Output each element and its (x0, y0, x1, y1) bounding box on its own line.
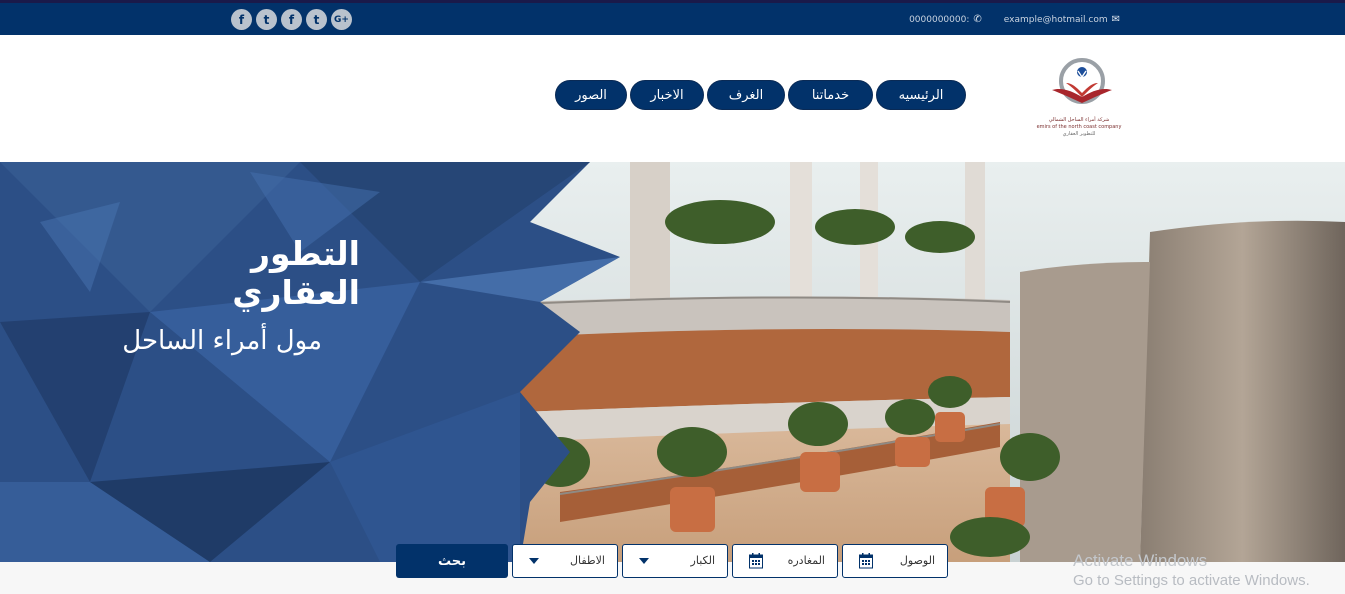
search-button[interactable]: بحث (396, 544, 508, 578)
calendar-icon (749, 553, 763, 569)
twitter-icon[interactable]: t (306, 9, 327, 30)
social-links: f t f t G+ (231, 9, 352, 30)
logo-line-1: شركة أمراء الساحل الشمالي (1048, 117, 1110, 123)
children-select[interactable]: الاطفال (512, 544, 618, 578)
facebook-icon[interactable]: f (231, 9, 252, 30)
nav-item-news[interactable]: الاخبار (630, 80, 704, 110)
logo-emblem-icon (1052, 58, 1112, 104)
mall-interior-image (0, 162, 1345, 562)
envelope-icon: ✉ (1111, 14, 1120, 25)
company-logo[interactable]: شركة أمراء الساحل الشمالي emirs of the n… (1036, 57, 1122, 141)
activate-windows-watermark: Activate Windows Go to Settings to activ… (1073, 551, 1310, 591)
email-address[interactable]: example@hotmail.com (1004, 15, 1108, 25)
facebook-icon[interactable]: f (281, 9, 302, 30)
watermark-subtitle: Go to Settings to activate Windows. (1073, 572, 1310, 589)
arrival-label: الوصول (899, 554, 935, 567)
phone-number: 0000000000: (909, 14, 970, 25)
chevron-down-icon (529, 558, 539, 564)
hero-banner: التطور العقاري مول أمراء الساحل (0, 162, 1345, 562)
contact-info: 0000000000: ✆ example@hotmail.com ✉ (909, 14, 1120, 25)
nav-item-photos[interactable]: الصور (555, 80, 627, 110)
logo-line-2: emirs of the north coast company (1036, 124, 1122, 130)
phone-icon: ✆ (973, 14, 982, 25)
watermark-title: Activate Windows (1073, 551, 1208, 570)
logo-line-3: للتطوير العقاري (1062, 131, 1096, 137)
adults-select[interactable]: الكبار (622, 544, 728, 578)
calendar-icon (859, 553, 873, 569)
phone-contact: 0000000000: ✆ (909, 14, 982, 25)
site-header: الصور الاخبار الغرف خدماتنا الرئيسيه شرك… (0, 35, 1345, 162)
google-plus-icon[interactable]: G+ (331, 9, 352, 30)
nav-item-services[interactable]: خدماتنا (788, 80, 873, 110)
departure-label: المغادره (787, 554, 825, 567)
nav-item-home[interactable]: الرئيسيه (876, 80, 966, 110)
hero-title: التطور العقاري (232, 234, 360, 312)
nav-item-rooms[interactable]: الغرف (707, 80, 785, 110)
top-bar: f t f t G+ 0000000000: ✆ example@hotmail… (0, 0, 1345, 35)
twitter-icon[interactable]: t (256, 9, 277, 30)
arrival-date-field[interactable]: الوصول (842, 544, 948, 578)
email-contact: example@hotmail.com ✉ (1004, 14, 1120, 25)
chevron-down-icon (639, 558, 649, 564)
children-label: الاطفال (570, 554, 605, 567)
main-nav: الصور الاخبار الغرف خدماتنا الرئيسيه (555, 80, 966, 110)
departure-date-field[interactable]: المغادره (732, 544, 838, 578)
booking-search-bar: بحث الاطفال الكبار المغادره الوصول (396, 544, 948, 578)
hero-subtitle: مول أمراء الساحل (122, 326, 322, 356)
adults-label: الكبار (690, 554, 715, 567)
